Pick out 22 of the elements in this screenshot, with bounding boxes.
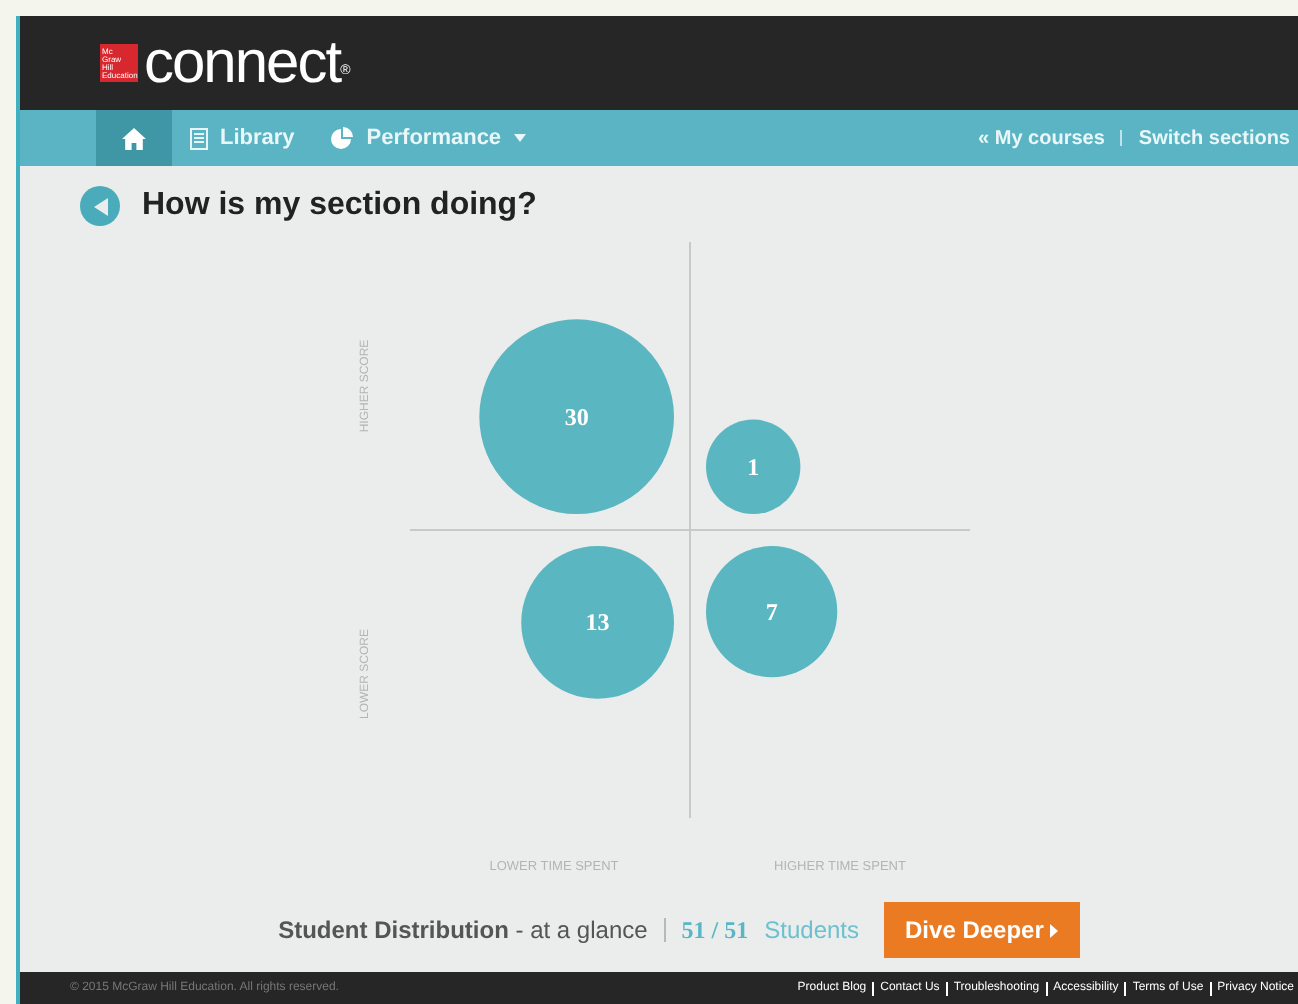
students-label: Students xyxy=(764,914,860,948)
dive-deeper-button[interactable]: Dive Deeper xyxy=(883,902,1080,958)
brand-logo: connect$^{®}$ xyxy=(144,33,349,93)
home-tab[interactable] xyxy=(96,110,172,166)
bubble[interactable]: 13 xyxy=(521,546,674,699)
bubble[interactable]: 7 xyxy=(706,546,838,678)
caret-icon xyxy=(513,134,526,142)
summary-title: Student Distribution - at a glance xyxy=(278,914,648,948)
nav-tab[interactable]: Library xyxy=(172,110,313,166)
back-arrow-icon xyxy=(93,197,107,215)
document-icon xyxy=(190,127,208,149)
bubble[interactable]: 1 xyxy=(706,419,801,514)
pie-chart-icon xyxy=(330,126,355,150)
back-button[interactable] xyxy=(80,186,120,226)
page-title: How is my section doing? xyxy=(142,186,537,226)
bubble[interactable]: 30 xyxy=(479,319,674,514)
nav-tab[interactable]: Performance xyxy=(312,110,544,166)
nav-link[interactable]: « My courses xyxy=(978,123,1105,153)
caret-icon xyxy=(1049,923,1058,937)
home-icon xyxy=(122,127,146,149)
nav-link[interactable]: Switch sections xyxy=(1138,123,1290,153)
student-ratio: 51 / 51 xyxy=(681,914,749,948)
